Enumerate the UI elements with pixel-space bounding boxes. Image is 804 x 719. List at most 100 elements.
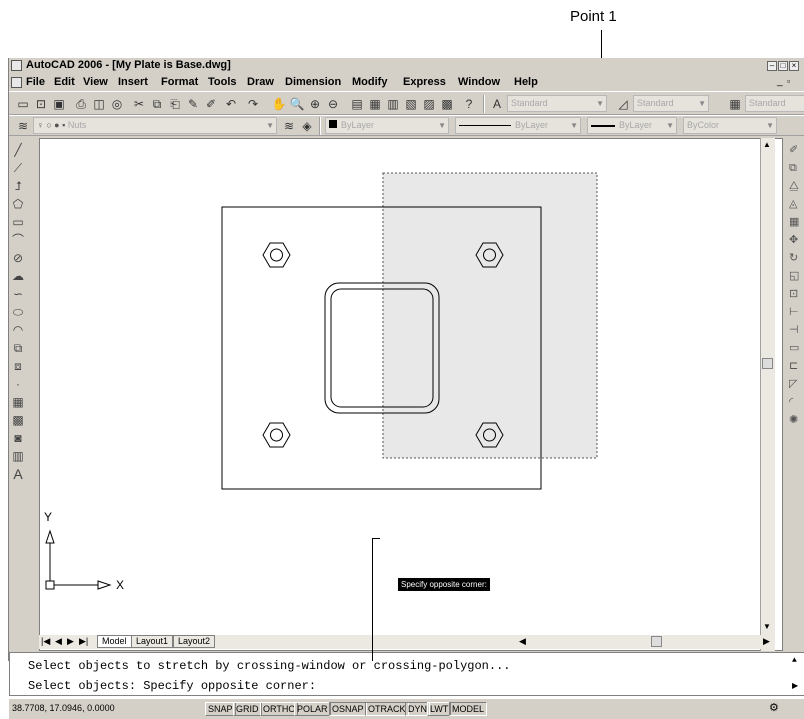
cmd-scroll-down-icon[interactable]: ▶ — [792, 681, 798, 691]
layer-previous-icon[interactable]: ◈ — [299, 118, 315, 134]
ortho-toggle[interactable]: ORTHO — [260, 702, 299, 716]
close-button[interactable]: × — [789, 61, 799, 71]
copy-object-icon[interactable]: ⧉ — [789, 161, 803, 175]
dim-style-icon[interactable]: ◿ — [615, 96, 631, 112]
tab-next-icon[interactable]: ▶ — [67, 636, 74, 647]
offset-icon[interactable]: ◬ — [789, 197, 803, 211]
menu-window[interactable]: Window — [458, 76, 500, 88]
hatch-icon[interactable]: ▦ — [11, 395, 25, 409]
cut-icon[interactable]: ✂ — [131, 96, 147, 112]
document-icon[interactable] — [11, 77, 22, 88]
properties-icon[interactable]: ▤ — [349, 96, 365, 112]
otrack-toggle[interactable]: OTRACK — [365, 702, 409, 716]
help-icon[interactable]: ? — [461, 96, 477, 112]
rectangle-icon[interactable]: ▭ — [11, 215, 25, 229]
make-current-icon[interactable]: ≋ — [281, 118, 297, 134]
hscroll-thumb[interactable] — [651, 636, 662, 647]
ellipse-icon[interactable]: ⬭ — [11, 305, 25, 319]
linetype-dropdown[interactable]: ByLayer ▼ — [455, 117, 581, 134]
scroll-down-icon[interactable]: ▼ — [763, 622, 771, 631]
open-icon[interactable]: ⊡ — [33, 96, 49, 112]
matchprop-icon[interactable]: ✎ — [185, 96, 201, 112]
polar-toggle[interactable]: POLAR — [294, 702, 331, 716]
insert-block-icon[interactable]: ⧉ — [11, 341, 25, 355]
menu-view[interactable]: View — [83, 76, 108, 88]
extend-icon[interactable]: ⊣ — [789, 323, 803, 337]
break-icon[interactable]: ▭ — [789, 341, 803, 355]
layer-manager-icon[interactable]: ≋ — [15, 118, 31, 134]
menu-help[interactable]: Help — [514, 76, 538, 88]
scroll-thumb[interactable] — [762, 358, 773, 369]
fillet-icon[interactable]: ◜ — [789, 395, 803, 409]
dim-style-dropdown[interactable]: Standard ▼ — [633, 95, 709, 112]
block-editor-icon[interactable]: ✐ — [203, 96, 219, 112]
join-icon[interactable]: ⊏ — [789, 359, 803, 373]
doc-minimize-button[interactable]: _ — [777, 76, 783, 87]
zoom-window-icon[interactable]: ⊕ — [307, 96, 323, 112]
table-style-icon[interactable]: ▦ — [727, 96, 743, 112]
osnap-toggle[interactable]: OSNAP — [329, 702, 367, 716]
calculator-icon[interactable]: ▩ — [439, 96, 455, 112]
circle-icon[interactable]: ⊘ — [11, 251, 25, 265]
text-style-dropdown[interactable]: Standard ▼ — [507, 95, 607, 112]
doc-restore-button[interactable]: ▫ — [787, 76, 790, 86]
redo-icon[interactable]: ↷ — [245, 96, 261, 112]
menu-format[interactable]: Format — [161, 76, 198, 88]
sheetset-icon[interactable]: ▧ — [403, 96, 419, 112]
pan-icon[interactable]: ✋ — [271, 96, 287, 112]
hscroll-left-icon[interactable]: ◀ — [519, 636, 526, 647]
qnew-icon[interactable]: ▭ — [15, 96, 31, 112]
vertical-scrollbar[interactable]: ▲ ▼ — [760, 138, 775, 651]
rotate-icon[interactable]: ↻ — [789, 251, 803, 265]
undo-icon[interactable]: ↶ — [223, 96, 239, 112]
copy-icon[interactable]: ⧉ — [149, 96, 165, 112]
tray-settings-icon[interactable]: ⚙ — [769, 701, 779, 714]
save-icon[interactable]: ▣ — [51, 96, 67, 112]
revcloud-icon[interactable]: ☁ — [11, 269, 25, 283]
maximize-button[interactable]: □ — [778, 61, 788, 71]
trim-icon[interactable]: ⊢ — [789, 305, 803, 319]
line-icon[interactable]: ╱ — [11, 143, 25, 157]
lineweight-dropdown[interactable]: ByLayer ▼ — [587, 117, 677, 134]
polyline-icon[interactable]: ⮥ — [11, 179, 25, 193]
model-toggle[interactable]: MODEL — [449, 702, 488, 716]
move-icon[interactable]: ✥ — [789, 233, 803, 247]
spline-icon[interactable]: ∽ — [11, 287, 25, 301]
publish-icon[interactable]: ◎ — [109, 96, 125, 112]
text-style-icon[interactable]: A — [489, 96, 505, 112]
tab-layout2[interactable]: Layout2 — [173, 635, 216, 648]
make-block-icon[interactable]: ⧈ — [11, 359, 25, 373]
paste-icon[interactable]: ⎗ — [167, 96, 183, 112]
arc-icon[interactable]: ⌒ — [11, 233, 25, 247]
drawing-area[interactable]: Y X Specify opposite corner: — [39, 138, 783, 651]
tab-model[interactable]: Model — [97, 635, 132, 648]
menu-tools[interactable]: Tools — [208, 76, 237, 88]
menu-edit[interactable]: Edit — [54, 76, 75, 88]
multiline-text-icon[interactable]: A — [11, 467, 25, 481]
menu-express[interactable]: Express — [403, 76, 446, 88]
tab-layout1[interactable]: Layout1 — [131, 635, 174, 648]
markup-icon[interactable]: ▨ — [421, 96, 437, 112]
menu-draw[interactable]: Draw — [247, 76, 274, 88]
zoom-previous-icon[interactable]: ⊖ — [325, 96, 341, 112]
grid-toggle[interactable]: GRID — [233, 702, 262, 716]
table-icon[interactable]: ▥ — [11, 449, 25, 463]
menu-file[interactable]: File — [26, 76, 45, 88]
plotstyle-dropdown[interactable]: ByColor ▼ — [683, 117, 777, 134]
layer-dropdown[interactable]: ♀ ○ ● ▪ Nuts ▼ — [33, 117, 277, 134]
table-style-dropdown[interactable]: Standard — [745, 95, 804, 112]
mirror-icon[interactable]: ⧋ — [789, 179, 803, 193]
hscroll-right-icon[interactable]: ▶ — [763, 636, 770, 647]
tab-prev-icon[interactable]: ◀ — [55, 636, 62, 647]
lwt-toggle[interactable]: LWT — [427, 702, 452, 716]
tab-last-icon[interactable]: ▶| — [79, 636, 88, 647]
gradient-icon[interactable]: ▩ — [11, 413, 25, 427]
zoom-realtime-icon[interactable]: 🔍 — [289, 96, 305, 112]
plot-icon[interactable]: ⎙ — [73, 96, 89, 112]
chamfer-icon[interactable]: ◸ — [789, 377, 803, 391]
region-icon[interactable]: ◙ — [11, 431, 25, 445]
menu-dimension[interactable]: Dimension — [285, 76, 341, 88]
explode-icon[interactable]: ✺ — [789, 413, 803, 427]
construction-line-icon[interactable]: ⟋ — [11, 161, 25, 175]
designcenter-icon[interactable]: ▦ — [367, 96, 383, 112]
